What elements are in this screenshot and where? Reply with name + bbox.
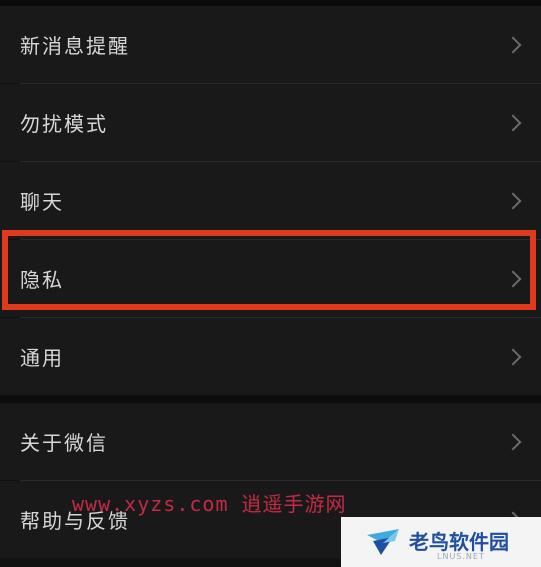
menu-item-new-message-alerts[interactable]: 新消息提醒 bbox=[0, 6, 541, 83]
menu-item-chat[interactable]: 聊天 bbox=[0, 162, 541, 239]
chevron-right-icon bbox=[504, 433, 522, 450]
chevron-right-icon bbox=[504, 36, 522, 53]
menu-item-label: 隐私 bbox=[20, 268, 64, 292]
watermark-text: www.xyzs.com 逍遥手游网 bbox=[72, 492, 347, 516]
menu-item-label: 关于微信 bbox=[20, 431, 108, 455]
menu-item-about-wechat[interactable]: 关于微信 bbox=[0, 403, 541, 480]
menu-item-do-not-disturb[interactable]: 勿扰模式 bbox=[0, 84, 541, 161]
menu-item-general[interactable]: 通用 bbox=[0, 318, 541, 395]
brand-subtitle: LNUS.NET bbox=[437, 552, 485, 561]
chevron-right-icon bbox=[504, 270, 522, 287]
brand-watermark: 老鸟软件园 LNUS.NET bbox=[341, 517, 541, 567]
chevron-right-icon bbox=[504, 348, 522, 365]
chevron-right-icon bbox=[504, 192, 522, 209]
bird-logo-icon bbox=[367, 529, 399, 555]
settings-menu: 新消息提醒 勿扰模式 聊天 隐私 通用 关于微信 帮助与反馈 bbox=[0, 6, 541, 558]
menu-item-privacy[interactable]: 隐私 bbox=[0, 240, 541, 317]
section-gap bbox=[0, 395, 541, 403]
chevron-right-icon bbox=[504, 114, 522, 131]
brand-name: 老鸟软件园 bbox=[409, 530, 509, 554]
menu-item-label: 聊天 bbox=[20, 190, 64, 214]
menu-item-label: 通用 bbox=[20, 346, 64, 370]
menu-item-label: 新消息提醒 bbox=[20, 34, 130, 58]
menu-item-label: 勿扰模式 bbox=[20, 112, 108, 136]
